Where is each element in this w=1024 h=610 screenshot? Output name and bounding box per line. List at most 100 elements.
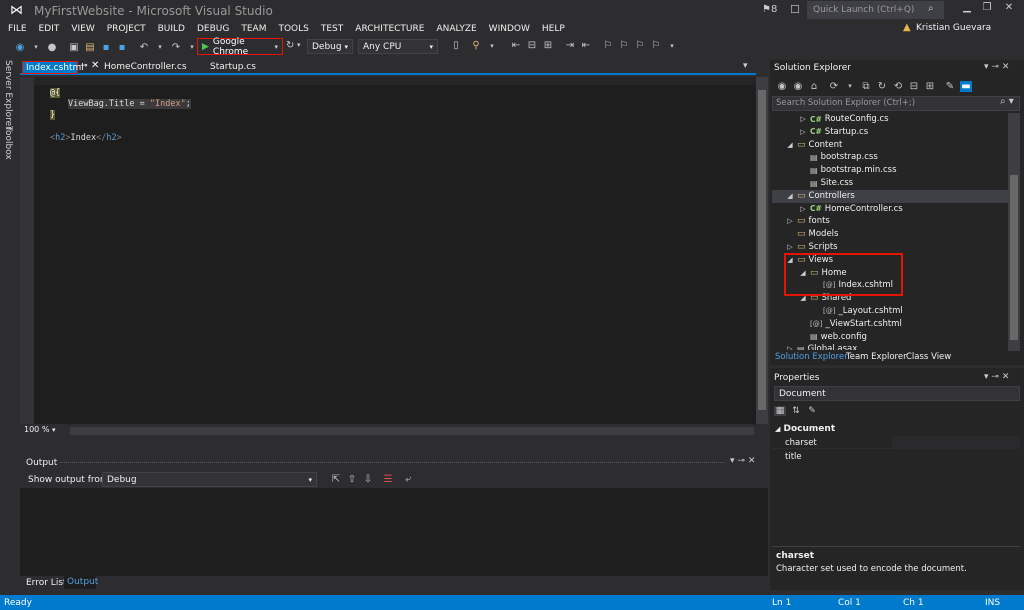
minimize-button[interactable]: ▁ (958, 2, 976, 18)
tab-homecontroller[interactable]: HomeController.cs (104, 62, 187, 72)
tab-class-view[interactable]: Class View (906, 352, 951, 362)
uncomment-icon[interactable]: ⊞ (542, 40, 554, 51)
next-bookmark-icon[interactable]: ⚐ (634, 40, 646, 51)
solution-explorer-scroll-thumb[interactable] (1010, 175, 1018, 340)
new-project-icon[interactable]: ▣ (68, 42, 80, 53)
output-source-select[interactable]: Debug ▾ (102, 472, 317, 487)
show-all-files-icon[interactable]: ⊞ (924, 81, 936, 92)
platform-select[interactable]: Any CPU ▾ (358, 39, 438, 54)
collapsed-arrow-icon[interactable]: ▷ (786, 243, 794, 251)
back-icon[interactable]: ◉ (14, 42, 26, 53)
property-value-charset[interactable] (892, 436, 1020, 449)
notifications-flag-icon[interactable]: ⚑8 (762, 4, 777, 15)
alphabetical-icon[interactable]: ⇅ (790, 406, 802, 416)
expanded-arrow-icon[interactable]: ◢ (786, 141, 794, 149)
tree-item[interactable]: ▤ bootstrap.css (799, 151, 878, 163)
close-icon[interactable]: ✕ (1002, 62, 1010, 72)
panel-menu-icon[interactable]: ▾ (984, 372, 989, 382)
save-all-icon[interactable]: ▪ (116, 42, 128, 53)
categorized-icon[interactable]: ▦ (774, 406, 786, 416)
expanded-arrow-icon[interactable]: ◢ (786, 192, 794, 200)
menu-test[interactable]: TEST (321, 24, 343, 34)
server-explorer-tab[interactable]: Server Explorer (3, 60, 13, 130)
home-icon[interactable]: ⌂ (808, 81, 820, 92)
clear-bookmarks-icon[interactable]: ⚐ (650, 40, 662, 51)
indent-icon[interactable]: ⇥ (564, 40, 576, 51)
close-icon[interactable]: ✕ (91, 60, 99, 71)
comment-icon[interactable]: ⊟ (526, 40, 538, 51)
collapse-all-icon[interactable]: ⊟ (908, 81, 920, 92)
pin-icon[interactable]: ⊸ (991, 62, 999, 72)
tab-output[interactable]: Output (64, 576, 98, 589)
editor-scroll-thumb[interactable] (758, 90, 766, 410)
search-icon[interactable]: ⌕ ▾ (1000, 96, 1014, 107)
configuration-select[interactable]: Debug ▾ (307, 39, 353, 54)
tree-item[interactable]: ▷ ▤ Global.asax (786, 343, 857, 350)
save-icon[interactable]: ▪ (100, 42, 112, 53)
menu-analyze[interactable]: ANALYZE (436, 24, 476, 34)
tab-solution-explorer[interactable]: Solution Explorer (775, 352, 848, 362)
tree-item[interactable]: [@] _Layout.cshtml (812, 305, 903, 317)
menu-debug[interactable]: DEBUG (197, 24, 229, 34)
open-file-icon[interactable]: ▤ (84, 42, 96, 53)
quick-launch-input[interactable]: Quick Launch (Ctrl+Q) (807, 1, 944, 19)
word-wrap-icon[interactable]: ⤶ (402, 474, 414, 485)
start-debugging-button[interactable]: ▶ Google Chrome ▾ (197, 37, 283, 57)
tree-item[interactable]: ▷ C# Startup.cs (799, 126, 868, 138)
property-category[interactable]: ◢ Document (775, 424, 835, 434)
undo-dropdown-icon[interactable]: ▾ (154, 43, 166, 51)
outdent-icon[interactable]: ⇤ (580, 40, 592, 51)
properties-object-select[interactable]: Document (774, 386, 1020, 401)
output-text-area[interactable] (20, 488, 768, 576)
tree-item[interactable]: ▤ bootstrap.min.css (799, 164, 897, 176)
forward-icon[interactable]: ◉ (792, 81, 804, 92)
menu-build[interactable]: BUILD (158, 24, 185, 34)
pin-icon[interactable]: ⊸ (737, 456, 745, 466)
tab-index-cshtml[interactable]: Index.cshtml (22, 61, 84, 74)
code-editor[interactable] (20, 77, 756, 424)
editor-horizontal-scrollbar[interactable] (70, 427, 754, 435)
menu-project[interactable]: PROJECT (107, 24, 146, 34)
tab-list-dropdown-icon[interactable]: ▾ (743, 61, 748, 71)
prev-message-icon[interactable]: ⇧ (346, 474, 358, 485)
tree-item[interactable]: ▷ ▭ Scripts (786, 241, 837, 253)
collapsed-arrow-icon[interactable]: ▷ (799, 115, 807, 123)
close-icon[interactable]: ✕ (1002, 372, 1010, 382)
menu-view[interactable]: VIEW (71, 24, 94, 34)
tree-item[interactable]: ▷ C# RouteConfig.cs (799, 113, 888, 125)
undo-icon[interactable]: ↶ (138, 42, 150, 53)
tree-item[interactable]: ▷ ▭ fonts (786, 215, 830, 227)
find-in-files-icon[interactable]: ⚲ (470, 40, 482, 51)
user-name[interactable]: Kristian Guevara (916, 23, 991, 33)
refresh-dropdown-icon[interactable]: ▾ (297, 41, 301, 49)
tree-item[interactable]: [@] _ViewStart.cshtml (799, 318, 902, 330)
pin-icon[interactable]: ⊸ (991, 372, 999, 382)
collapsed-arrow-icon[interactable]: ▷ (786, 217, 794, 225)
panel-menu-icon[interactable]: ▾ (730, 456, 735, 466)
panel-menu-icon[interactable]: ▾ (984, 62, 989, 72)
back-dropdown-icon[interactable]: ▾ (30, 43, 42, 51)
menu-tools[interactable]: TOOLS (278, 24, 308, 34)
properties-wrench-icon[interactable]: ✎ (944, 81, 956, 92)
menu-team[interactable]: TEAM (241, 24, 266, 34)
toolbox-tab[interactable]: Toolbox (3, 126, 13, 160)
prev-bookmark-icon[interactable]: ⚐ (618, 40, 630, 51)
menu-window[interactable]: WINDOW (489, 24, 530, 34)
pin-icon[interactable]: ⊸ (80, 61, 88, 71)
menu-edit[interactable]: EDIT (39, 24, 60, 34)
bookmark-icon[interactable]: ⚐ (602, 40, 614, 51)
views-dropdown-icon[interactable]: ▾ (844, 82, 856, 90)
preview-selected-icon[interactable]: ▬ (960, 80, 972, 92)
tab-startup[interactable]: Startup.cs (210, 62, 256, 72)
refresh-icon[interactable]: ↻ (286, 40, 294, 51)
tree-item[interactable]: ▭ Models (786, 228, 838, 240)
tree-item[interactable]: ▤ Site.css (799, 177, 853, 189)
tree-item[interactable]: ▷ C# HomeController.cs (799, 203, 902, 215)
property-row-charset[interactable]: charset (772, 436, 892, 449)
collapsed-arrow-icon[interactable]: ▷ (799, 205, 807, 213)
find-message-icon[interactable]: ⇱ (330, 474, 342, 485)
close-icon[interactable]: ✕ (748, 456, 756, 466)
next-message-icon[interactable]: ⇩ (362, 474, 374, 485)
restore-button[interactable]: ❐ (978, 2, 996, 18)
step-icon[interactable]: ⇤ (510, 40, 522, 51)
